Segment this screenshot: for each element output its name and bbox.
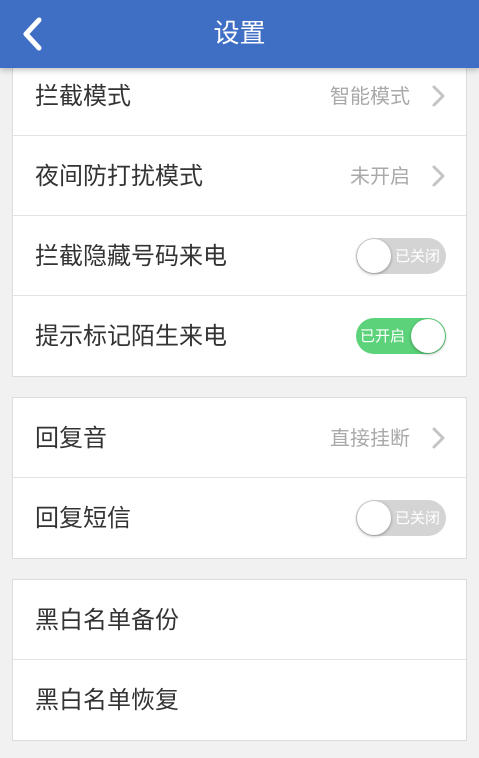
toggle-state-text: 已开启: [360, 327, 406, 345]
toggle-knob: [411, 319, 445, 353]
row-label: 夜间防打扰模式: [35, 162, 203, 190]
row-value: 直接挂断: [330, 426, 410, 450]
page-title: 设置: [213, 19, 266, 49]
row-block-hidden-numbers: 拦截隐藏号码来电 已关闭: [13, 216, 466, 296]
toggle-block-hidden-numbers[interactable]: 已关闭: [356, 238, 446, 274]
chevron-right-icon: [432, 165, 445, 187]
toggle-mark-strangers[interactable]: 已开启: [356, 318, 446, 354]
row-label: 回复音: [35, 424, 107, 452]
row-reply-sms: 回复短信 已关闭: [13, 478, 466, 558]
header-bar: 设置: [0, 0, 479, 68]
settings-group-reply: 回复音 直接挂断 回复短信 已关闭: [12, 397, 467, 559]
chevron-right-icon: [432, 85, 445, 107]
row-value: 未开启: [350, 164, 410, 188]
row-label: 黑白名单恢复: [35, 686, 179, 714]
toggle-knob: [357, 501, 391, 535]
toggle-knob: [357, 239, 391, 273]
row-label: 黑白名单备份: [35, 606, 179, 634]
row-label: 提示标记陌生来电: [35, 322, 227, 350]
row-label: 拦截模式: [35, 82, 131, 110]
row-reply-tone[interactable]: 回复音 直接挂断: [13, 398, 466, 478]
row-label: 拦截隐藏号码来电: [35, 242, 227, 270]
row-value: 智能模式: [330, 84, 410, 108]
row-intercept-mode[interactable]: 拦截模式 智能模式: [13, 56, 466, 136]
row-night-mode[interactable]: 夜间防打扰模式 未开启: [13, 136, 466, 216]
settings-group-list: 黑白名单备份 黑白名单恢复: [12, 579, 467, 741]
chevron-right-icon: [432, 427, 445, 449]
toggle-reply-sms[interactable]: 已关闭: [356, 500, 446, 536]
row-list-backup[interactable]: 黑白名单备份: [13, 580, 466, 660]
toggle-state-text: 已关闭: [394, 247, 440, 265]
settings-group-intercept: 拦截模式 智能模式 夜间防打扰模式 未开启 拦截隐藏号码来电 已关闭 提示标记陌…: [12, 55, 467, 377]
row-mark-strangers: 提示标记陌生来电 已开启: [13, 296, 466, 376]
toggle-state-text: 已关闭: [394, 509, 440, 527]
row-label: 回复短信: [35, 504, 131, 532]
row-list-restore[interactable]: 黑白名单恢复: [13, 660, 466, 740]
